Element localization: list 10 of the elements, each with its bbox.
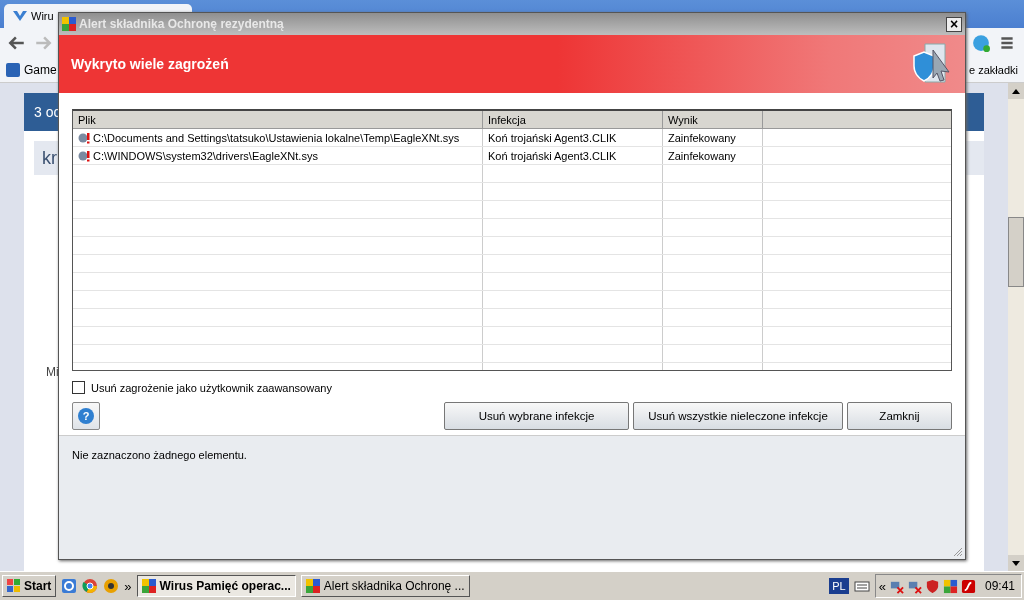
infection-cell: Koń trojański Agent3.CLIK: [483, 147, 663, 164]
panel-text: kr: [42, 147, 57, 169]
page-label: Mi: [46, 365, 60, 379]
result-cell: Zainfekowany: [663, 129, 763, 146]
alert-heading: Wykryto wiele zagrożeń: [71, 56, 229, 72]
result-cell: Zainfekowany: [663, 147, 763, 164]
window-title: Alert składnika Ochronę rezydentną: [79, 17, 284, 31]
clock: 09:41: [984, 579, 1015, 593]
infection-cell: Koń trojański Agent3.CLIK: [483, 129, 663, 146]
status-text: Nie zaznaczono żadnego elementu.: [72, 449, 247, 461]
